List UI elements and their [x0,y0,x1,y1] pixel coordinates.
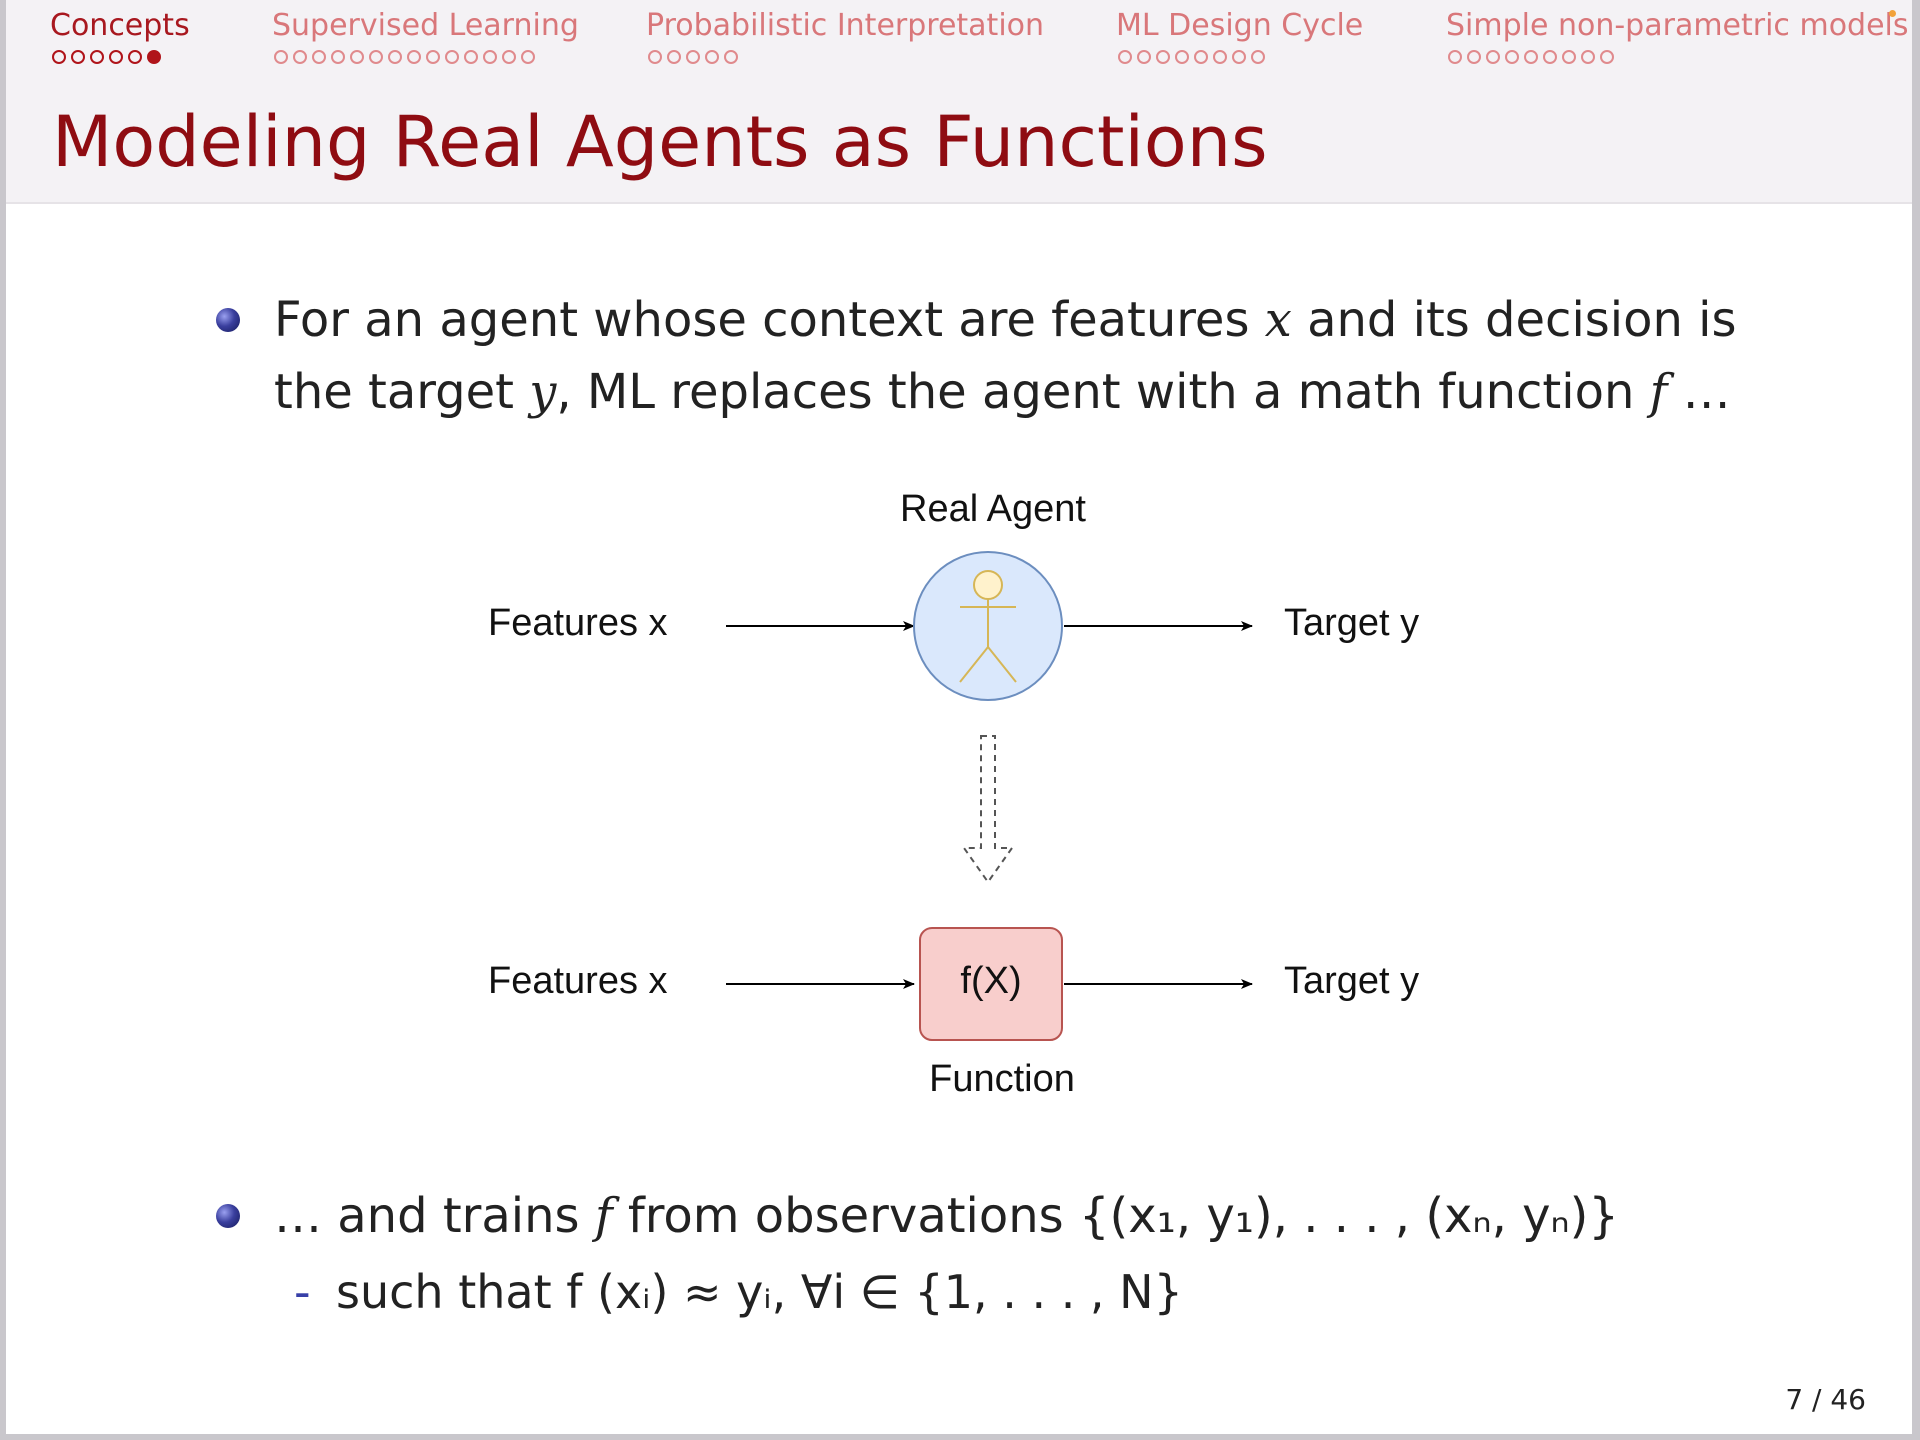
nav-progress-dot[interactable] [1232,50,1246,64]
nav-progress-dot[interactable] [1600,50,1614,64]
nav-section-label: Concepts [50,8,190,43]
features-bottom-label: Features x [488,960,668,1002]
nav-progress-dot[interactable] [1448,50,1462,64]
bullet-ball-icon [216,308,240,332]
var-f: f [1649,364,1668,420]
nav-progress-dot[interactable] [1251,50,1265,64]
nav-progress-dot[interactable] [1213,50,1227,64]
sub-bullet-dash: - [294,1265,311,1319]
nav-progress-dot[interactable] [1137,50,1151,64]
approximation-formula: f (xᵢ) ≈ yᵢ, ∀i ∈ {1, . . . , N} [566,1265,1183,1319]
nav-progress-dot[interactable] [369,50,383,64]
nav-progress-dot[interactable] [686,50,700,64]
nav-section-label: ML Design Cycle [1116,8,1364,43]
nav-progress-dot[interactable] [521,50,535,64]
nav-progress-dot[interactable] [1156,50,1170,64]
target-bottom-label: Target y [1284,960,1420,1002]
nav-section-dots [1448,50,1909,64]
agent-circle [913,551,1063,701]
nav-progress-dot[interactable] [502,50,516,64]
nav-progress-dot[interactable] [388,50,402,64]
observation-set: {(x₁, y₁), . . . , (xₙ, yₙ)} [1078,1188,1619,1244]
nav-section-dots [274,50,579,64]
bullet-2-part1: … and trains [274,1188,595,1244]
nav-progress-dot[interactable] [705,50,719,64]
nav-section-ml-design-cycle[interactable]: ML Design Cycle [1116,6,1363,64]
function-caption: Function [929,1058,1075,1100]
var-y: y [529,364,557,420]
bullet-1-part4: … [1667,364,1731,420]
stick-figure-icon [959,570,1017,683]
agent-title: Real Agent [900,488,1086,530]
nav-progress-dot[interactable] [1543,50,1557,64]
nav-progress-dot[interactable] [1581,50,1595,64]
slide-header: Concepts Supervised Learning Probabilist… [6,0,1912,204]
nav-progress-dot[interactable] [109,50,123,64]
nav-progress-dot[interactable] [1467,50,1481,64]
sub-bullet: - such that f (xᵢ) ≈ yᵢ, ∀i ∈ {1, . . . … [294,1262,1183,1322]
nav-progress-dot[interactable] [274,50,288,64]
dashed-down-arrow-icon [962,735,1014,884]
corner-marker [1889,10,1896,17]
slide: Concepts Supervised Learning Probabilist… [6,0,1912,1434]
bullet-2-part2: from observations [612,1188,1079,1244]
nav-progress-dot[interactable] [445,50,459,64]
nav-section-label: Probabilistic Interpretation [646,8,1045,43]
nav-progress-dot[interactable] [147,50,161,64]
nav-progress-dot[interactable] [1562,50,1576,64]
nav-progress-dot[interactable] [52,50,66,64]
nav-progress-dot[interactable] [312,50,326,64]
nav-progress-dot[interactable] [464,50,478,64]
nav-section-label: Simple non-parametric models [1446,8,1909,43]
nav-progress-dot[interactable] [724,50,738,64]
nav-section-dots [648,50,1044,64]
bullet-2-text: … and trains f from observations {(x₁, y… [274,1180,1774,1252]
features-top-label: Features x [488,602,668,644]
bullet-1-part3: , ML replaces the agent with a math func… [556,364,1650,420]
page-number: 7 / 46 [1785,1383,1866,1416]
nav-progress-dot[interactable] [648,50,662,64]
nav-section-label: Supervised Learning [272,8,579,43]
bullet-1-text: For an agent whose context are features … [274,284,1774,428]
nav-progress-dot[interactable] [1486,50,1500,64]
sub-bullet-part1: such that [336,1265,567,1319]
bullet-ball-icon [216,1204,240,1228]
var-f: f [594,1188,613,1244]
nav-section-probabilistic-interpretation[interactable]: Probabilistic Interpretation [646,6,1044,64]
nav-progress-dot[interactable] [1175,50,1189,64]
nav-progress-dot[interactable] [293,50,307,64]
nav-progress-dot[interactable] [483,50,497,64]
var-x: x [1264,292,1292,348]
nav-progress-dot[interactable] [667,50,681,64]
target-top-label: Target y [1284,602,1420,644]
nav-progress-dot[interactable] [128,50,142,64]
nav-progress-dot[interactable] [1118,50,1132,64]
nav-progress-dot[interactable] [407,50,421,64]
nav-progress-dot[interactable] [71,50,85,64]
function-box-text: f(X) [960,960,1022,1002]
nav-section-dots [1118,50,1363,64]
nav-section-supervised-learning[interactable]: Supervised Learning [272,6,579,64]
nav-progress-dot[interactable] [1524,50,1538,64]
nav-progress-dot[interactable] [1505,50,1519,64]
nav-progress-dot[interactable] [1194,50,1208,64]
nav-section-dots [52,50,190,64]
section-navigation: Concepts Supervised Learning Probabilist… [6,0,1912,82]
slide-title: Modeling Real Agents as Functions [52,101,1268,183]
bullet-1-part1: For an agent whose context are features [274,292,1265,348]
nav-section-simple-non-parametric-models[interactable]: Simple non-parametric models [1446,6,1909,64]
nav-progress-dot[interactable] [90,50,104,64]
nav-progress-dot[interactable] [350,50,364,64]
nav-progress-dot[interactable] [426,50,440,64]
nav-progress-dot[interactable] [331,50,345,64]
nav-section-concepts[interactable]: Concepts [50,6,190,64]
